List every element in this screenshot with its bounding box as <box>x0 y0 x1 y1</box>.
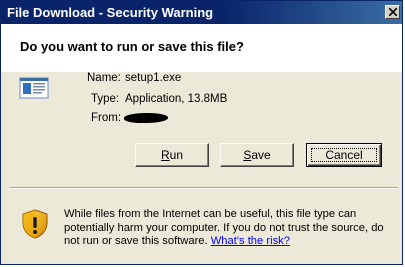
run-label-rest: un <box>169 148 184 162</box>
window-title: File Download - Security Warning <box>7 5 214 20</box>
cancel-button[interactable]: Cancel <box>306 143 382 167</box>
from-label: From: <box>91 112 122 124</box>
save-button[interactable]: Save <box>220 143 294 167</box>
warning-message: While files from the Internet can be use… <box>64 208 394 249</box>
security-warning-dialog: File Download - Security Warning Do you … <box>0 0 403 265</box>
type-label: Type: <box>91 93 120 105</box>
application-file-icon <box>19 77 49 99</box>
run-button[interactable]: Run <box>135 143 209 167</box>
title-bar[interactable]: File Download - Security Warning <box>1 1 402 24</box>
redacted-source <box>124 113 168 123</box>
run-mnemonic: R <box>160 148 170 162</box>
whats-the-risk-link[interactable]: What's the risk? <box>211 235 290 247</box>
name-label: Name: <box>87 72 121 84</box>
divider <box>9 187 398 189</box>
header-area: Do you want to run or save this file? <box>1 24 402 72</box>
close-icon <box>389 8 397 16</box>
file-type-value: Application, 13.8MB <box>125 93 228 105</box>
focus-indicator <box>311 148 377 162</box>
file-name-value: setup1.exe <box>125 72 182 84</box>
close-button[interactable] <box>385 5 400 19</box>
security-shield-icon <box>22 209 48 239</box>
dialog-question: Do you want to run or save this file? <box>20 39 244 54</box>
save-label-rest: ave <box>251 148 271 162</box>
